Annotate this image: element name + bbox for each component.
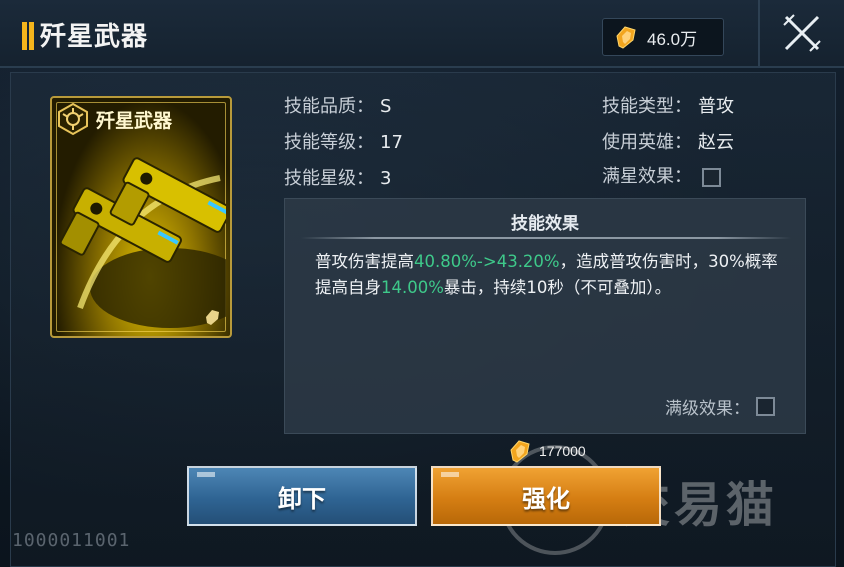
star-row: 技能星级： 3 — [284, 164, 391, 190]
effect-highlight-2: 14.00% — [381, 278, 444, 297]
effect-text-3: 暴击，持续10秒（不可叠加）。 — [443, 278, 672, 297]
title-accent-icon — [22, 22, 34, 50]
close-button[interactable] — [758, 0, 844, 66]
star-label: 技能星级： — [284, 168, 374, 189]
card-name: 歼星武器 — [96, 110, 173, 132]
effect-highlight-1: 40.80%->43.20% — [414, 252, 560, 271]
enhance-label: 强化 — [522, 483, 570, 513]
close-icon — [783, 14, 821, 52]
hexagon-icon — [58, 102, 88, 136]
button-tag — [441, 472, 459, 477]
full-level-checkbox[interactable] — [756, 397, 775, 416]
hero-value: 赵云 — [698, 132, 734, 153]
level-row: 技能等级： 17 — [284, 128, 403, 154]
weapon-type-icon — [206, 310, 219, 325]
button-tag — [197, 472, 215, 477]
watermark-id: 1000011001 — [12, 530, 131, 551]
crystal-icon — [613, 24, 639, 50]
fullstar-row: 满星效果： — [602, 162, 721, 188]
unequip-label: 卸下 — [278, 483, 326, 513]
type-row: 技能类型： 普攻 — [602, 92, 734, 118]
type-label: 技能类型： — [602, 96, 692, 117]
divider — [301, 237, 791, 239]
quality-value: S — [380, 96, 392, 117]
title-bar: 歼星武器 46.0万 — [0, 0, 844, 68]
currency-display[interactable]: 46.0万 — [602, 18, 724, 56]
quality-label: 技能品质： — [284, 96, 374, 117]
enhance-cost: 177000 — [507, 438, 586, 464]
effect-box: 技能效果 普攻伤害提高40.80%->43.20%，造成普攻伤害时，30%概率提… — [284, 198, 806, 434]
effect-description: 普攻伤害提高40.80%->43.20%，造成普攻伤害时，30%概率提高自身14… — [315, 249, 785, 301]
fullstar-label: 满星效果： — [602, 166, 692, 187]
effect-text-1: 普攻伤害提高 — [315, 252, 414, 271]
unequip-button[interactable]: 卸下 — [187, 466, 417, 526]
hero-label: 使用英雄： — [602, 132, 692, 153]
star-value: 3 — [380, 168, 392, 189]
fullstar-checkbox[interactable] — [702, 167, 721, 187]
enhance-button[interactable]: 强化 — [431, 466, 661, 526]
cost-amount: 177000 — [539, 443, 586, 459]
full-level-row: 满级效果： — [665, 394, 775, 419]
effect-title: 技能效果 — [511, 214, 579, 234]
crystal-icon — [510, 440, 530, 463]
skill-card[interactable]: 歼星武器 — [50, 96, 232, 338]
hero-row: 使用英雄： 赵云 — [602, 128, 734, 154]
currency-value: 46.0万 — [647, 29, 698, 49]
type-value: 普攻 — [698, 96, 734, 117]
dual-pistol-icon — [60, 157, 226, 328]
full-level-label: 满级效果： — [665, 399, 750, 419]
quality-row: 技能品质： S — [284, 92, 391, 118]
window-title: 歼星武器 — [40, 22, 149, 52]
level-label: 技能等级： — [284, 132, 374, 153]
level-value: 17 — [380, 132, 403, 153]
